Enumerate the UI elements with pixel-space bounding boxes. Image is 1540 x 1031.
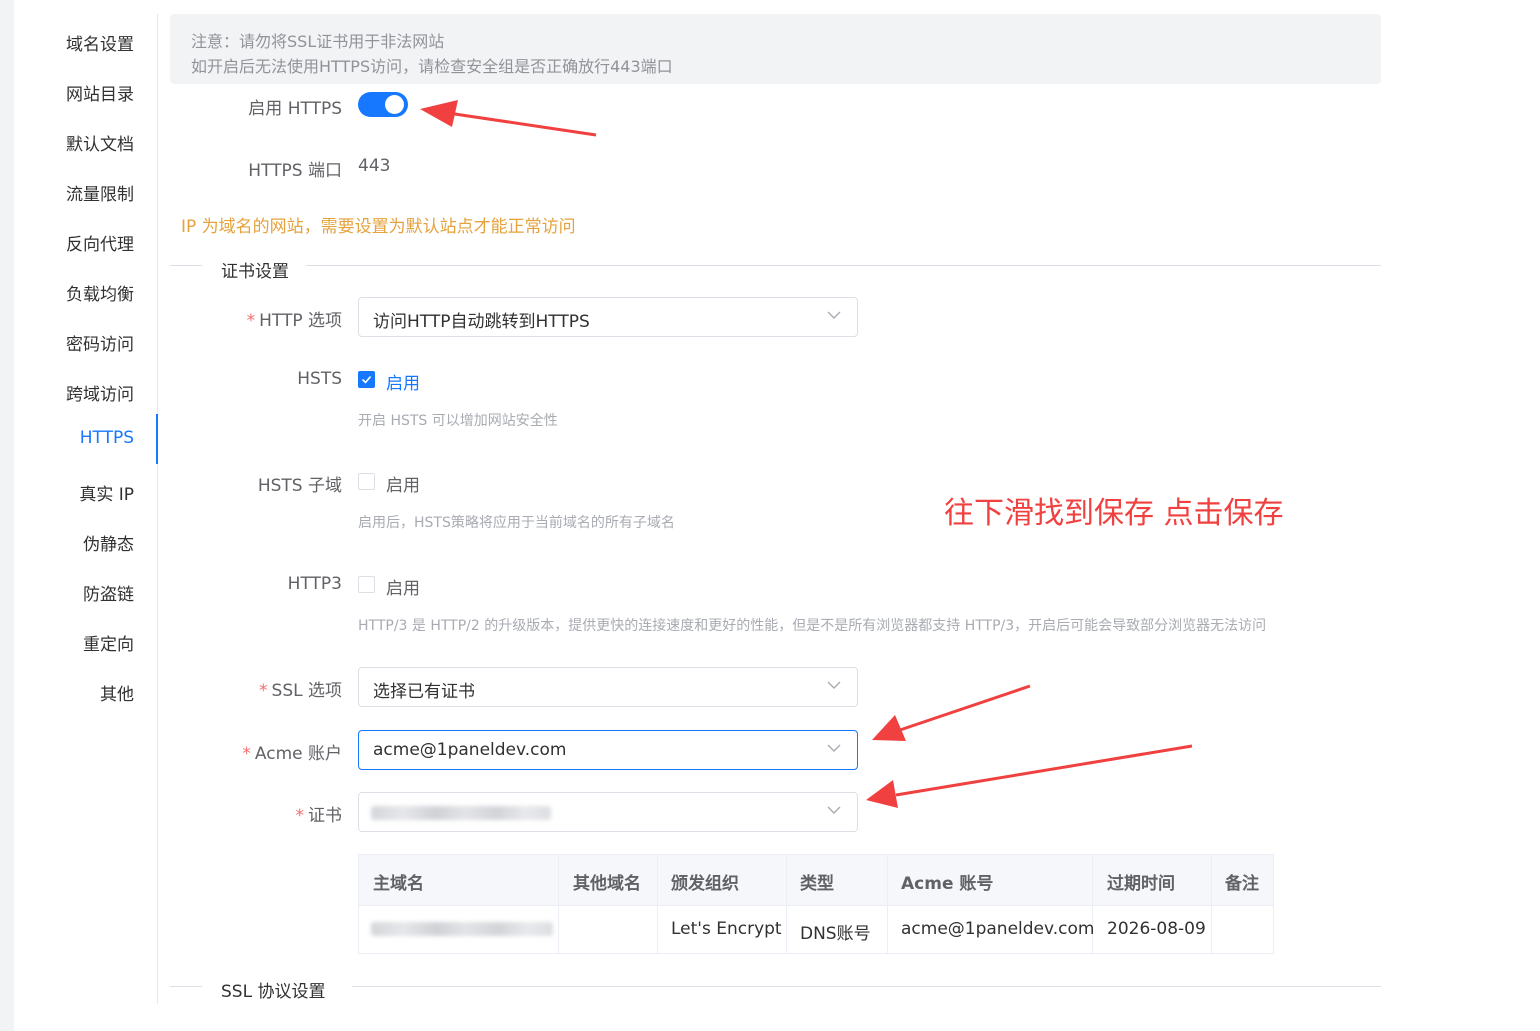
sidebar-item-load-balance[interactable]: 负载均衡 bbox=[66, 280, 134, 305]
sidebar-item-domain[interactable]: 域名设置 bbox=[66, 30, 134, 55]
column-separator bbox=[887, 855, 888, 953]
acme-account-value: acme@1paneldev.com bbox=[373, 740, 567, 760]
th-remark: 备注 bbox=[1225, 874, 1259, 894]
td-expire-time: 2026-08-09 bbox=[1107, 919, 1206, 939]
th-type: 类型 bbox=[800, 874, 834, 894]
hsts-enable-text[interactable]: 启用 bbox=[386, 369, 420, 394]
hsts-subdomain-hint: 启用后，HSTS策略将应用于当前域名的所有子域名 bbox=[358, 515, 675, 531]
required-mark: * bbox=[242, 744, 251, 764]
section-divider-left bbox=[170, 265, 202, 266]
hsts-subdomain-enable-text[interactable]: 启用 bbox=[386, 471, 420, 496]
https-port-label: HTTPS 端口 bbox=[248, 161, 342, 181]
chevron-down-icon bbox=[827, 744, 841, 752]
th-primary-domain: 主域名 bbox=[373, 874, 424, 894]
required-mark: * bbox=[246, 311, 256, 331]
chevron-down-icon bbox=[827, 806, 841, 814]
hsts-subdomain-label: HSTS 子域 bbox=[257, 476, 342, 496]
sidebar-divider bbox=[157, 14, 158, 1004]
arrow-to-certificate-select bbox=[866, 744, 1193, 808]
hsts-checkbox[interactable] bbox=[358, 371, 375, 388]
http3-enable-text[interactable]: 启用 bbox=[386, 574, 420, 599]
sidebar-item-default-doc[interactable]: 默认文档 bbox=[66, 130, 134, 155]
sidebar-item-reverse-proxy[interactable]: 反向代理 bbox=[66, 230, 134, 255]
hsts-label: HSTS bbox=[297, 369, 342, 389]
acme-account-select[interactable]: acme@1paneldev.com bbox=[358, 730, 858, 770]
certificate-label-text: 证书 bbox=[308, 806, 342, 826]
ssl-protocol-title: SSL 协议设置 bbox=[221, 982, 326, 1002]
https-port-value: 443 bbox=[358, 156, 391, 176]
acme-account-label-text: Acme 账户 bbox=[254, 744, 342, 764]
hsts-subdomain-checkbox[interactable] bbox=[358, 473, 375, 490]
enable-https-switch[interactable] bbox=[358, 92, 408, 117]
sidebar-item-anti-leech[interactable]: 防盗链 bbox=[83, 580, 134, 605]
acme-account-label: * Acme 账户 bbox=[242, 739, 342, 764]
settings-sidebar: 域名设置 网站目录 默认文档 流量限制 反向代理 负载均衡 密码访问 跨域访问 … bbox=[14, 0, 158, 1003]
ssl-option-label: * SSL 选项 bbox=[259, 676, 342, 701]
th-acme-account: Acme 账号 bbox=[901, 874, 994, 894]
sidebar-item-redirect[interactable]: 重定向 bbox=[83, 630, 134, 655]
column-separator bbox=[558, 855, 559, 953]
ssl-notice-alert: 注意：请勿将SSL证书用于非法网站 如开启后无法使用HTTPS访问，请检查安全组… bbox=[170, 14, 1381, 84]
left-gutter bbox=[0, 0, 14, 1031]
th-expire-time: 过期时间 bbox=[1107, 874, 1175, 894]
arrow-to-https-switch bbox=[420, 100, 597, 137]
td-issuer: Let's Encrypt bbox=[671, 919, 782, 939]
ssl-option-value: 选择已有证书 bbox=[373, 682, 475, 702]
section-divider-right bbox=[306, 265, 1381, 266]
sidebar-active-indicator bbox=[156, 414, 158, 464]
notice-line-1: 注意：请勿将SSL证书用于非法网站 bbox=[191, 32, 445, 51]
http3-checkbox[interactable] bbox=[358, 576, 375, 593]
ssl-option-label-text: SSL 选项 bbox=[271, 681, 342, 701]
sidebar-item-password-access[interactable]: 密码访问 bbox=[66, 330, 134, 355]
td-acme-account: acme@1paneldev.com bbox=[901, 919, 1095, 939]
sidebar-item-rewrite[interactable]: 伪静态 bbox=[83, 530, 134, 555]
http-option-label-text: HTTP 选项 bbox=[259, 311, 342, 331]
enable-https-label: 启用 HTTPS bbox=[248, 99, 342, 119]
sidebar-item-real-ip[interactable]: 真实 IP bbox=[79, 480, 134, 505]
required-mark: * bbox=[295, 806, 305, 826]
hsts-hint: 开启 HSTS 可以增加网站安全性 bbox=[358, 413, 558, 429]
redacted-primary-domain bbox=[371, 922, 553, 936]
http-option-label: * HTTP 选项 bbox=[247, 306, 342, 331]
section-divider-left bbox=[170, 986, 202, 987]
certificate-select[interactable] bbox=[358, 792, 858, 832]
annotation-scroll-save: 往下滑找到保存 点击保存 bbox=[944, 496, 1284, 531]
chevron-down-icon bbox=[827, 681, 841, 689]
certificate-label: * 证书 bbox=[296, 801, 343, 826]
check-icon bbox=[361, 375, 372, 384]
sidebar-item-site-dir[interactable]: 网站目录 bbox=[66, 80, 134, 105]
redacted-certificate-value bbox=[371, 806, 551, 820]
sidebar-item-other[interactable]: 其他 bbox=[100, 680, 134, 705]
cert-settings-title: 证书设置 bbox=[221, 262, 289, 282]
http3-hint: HTTP/3 是 HTTP/2 的升级版本，提供更快的连接速度和更好的性能，但是… bbox=[358, 618, 1267, 634]
http-option-select[interactable]: 访问HTTP自动跳转到HTTPS bbox=[358, 297, 858, 337]
sidebar-item-traffic-limit[interactable]: 流量限制 bbox=[66, 180, 134, 205]
ip-domain-warning: IP 为域名的网站，需要设置为默认站点才能正常访问 bbox=[181, 217, 576, 237]
arrow-to-acme-select bbox=[872, 684, 1031, 741]
sidebar-item-https[interactable]: HTTPS bbox=[80, 428, 134, 448]
http3-label: HTTP3 bbox=[287, 574, 342, 594]
certificate-info-table: 主域名 其他域名 颁发组织 类型 Acme 账号 过期时间 备注 Let's E… bbox=[358, 854, 1274, 954]
column-separator bbox=[1211, 855, 1212, 953]
column-separator bbox=[657, 855, 658, 953]
td-type: DNS账号 bbox=[800, 924, 871, 944]
notice-line-2: 如开启后无法使用HTTPS访问，请检查安全组是否正确放行443端口 bbox=[191, 57, 673, 76]
required-mark: * bbox=[259, 681, 268, 701]
switch-knob bbox=[385, 95, 404, 114]
section-divider-right bbox=[352, 986, 1381, 987]
chevron-down-icon bbox=[827, 311, 841, 319]
ssl-option-select[interactable]: 选择已有证书 bbox=[358, 667, 858, 707]
th-issuer: 颁发组织 bbox=[671, 874, 739, 894]
column-separator bbox=[786, 855, 787, 953]
th-other-domains: 其他域名 bbox=[573, 874, 641, 894]
http-option-value: 访问HTTP自动跳转到HTTPS bbox=[373, 312, 590, 332]
sidebar-item-cors[interactable]: 跨域访问 bbox=[66, 380, 134, 405]
